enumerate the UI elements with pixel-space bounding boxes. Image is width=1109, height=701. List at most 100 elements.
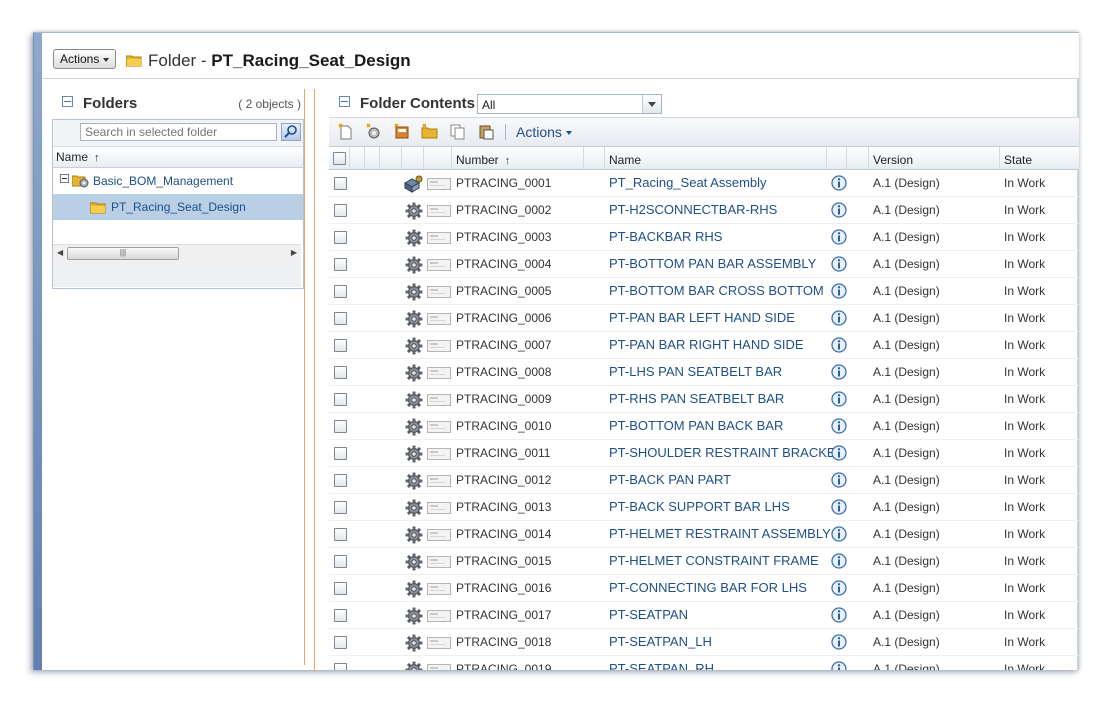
row-name-link[interactable]: PT-SHOULDER RESTRAINT BRACKET [609, 440, 844, 466]
new-part-icon[interactable] [365, 123, 383, 141]
thumbnail-icon[interactable] [427, 286, 451, 301]
thumbnail-icon[interactable] [427, 313, 451, 328]
table-row[interactable]: PTRACING_0002 PT-H2SCONNECTBAR-RHS A.1 (De… [329, 197, 1079, 224]
row-checkbox[interactable] [334, 339, 347, 352]
row-checkbox[interactable] [334, 231, 347, 244]
tree-item-basic-bom-management[interactable]: Basic_BOM_Management [53, 168, 303, 194]
thumbnail-icon[interactable] [427, 259, 451, 274]
row-checkbox[interactable] [334, 501, 347, 514]
table-row[interactable]: PTRACING_0004 PT-BOTTOM PAN BAR ASSEMBLY A… [329, 251, 1079, 278]
row-checkbox[interactable] [334, 366, 347, 379]
table-row[interactable]: PTRACING_0009 PT-RHS PAN SEATBELT BAR A.1 … [329, 386, 1079, 413]
info-icon[interactable] [831, 661, 847, 670]
table-row[interactable]: PTRACING_0015 PT-HELMET CONSTRAINT FRAME A… [329, 548, 1079, 575]
row-name-link[interactable]: PT_Racing_Seat Assembly [609, 170, 767, 196]
row-checkbox[interactable] [334, 663, 347, 670]
scroll-right-icon[interactable]: ▶ [291, 248, 297, 257]
thumbnail-icon[interactable] [427, 340, 451, 355]
table-row[interactable]: PTRACING_0013 PT-BACK SUPPORT BAR LHS A.1 … [329, 494, 1079, 521]
info-icon[interactable] [831, 256, 847, 275]
thumbnail-icon[interactable] [427, 556, 451, 571]
info-icon[interactable] [831, 526, 847, 545]
info-icon[interactable] [831, 391, 847, 410]
thumbnail-icon[interactable] [427, 610, 451, 625]
search-button[interactable] [281, 123, 301, 141]
thumbnail-icon[interactable] [427, 475, 451, 490]
table-row[interactable]: PTRACING_0011 PT-SHOULDER RESTRAINT BRACK… [329, 440, 1079, 467]
table-row[interactable]: PTRACING_0019 PT-SEATPAN_RH A.1 (Design) In… [329, 656, 1079, 670]
row-name-link[interactable]: PT-LHS PAN SEATBELT BAR [609, 359, 782, 385]
row-name-link[interactable]: PT-HELMET CONSTRAINT FRAME [609, 548, 819, 574]
select-all-checkbox[interactable] [333, 152, 346, 165]
row-checkbox[interactable] [334, 420, 347, 433]
column-header-version[interactable]: Version [869, 147, 1000, 169]
scroll-left-icon[interactable]: ◀ [57, 248, 63, 257]
thumbnail-icon[interactable] [427, 205, 451, 220]
thumbnail-icon[interactable] [427, 637, 451, 652]
table-row[interactable]: PTRACING_0014 PT-HELMET RESTRAINT ASSEMBL… [329, 521, 1079, 548]
header-actions-button[interactable]: Actions [53, 49, 117, 69]
info-icon[interactable] [831, 310, 847, 329]
info-icon[interactable] [831, 634, 847, 653]
table-row[interactable]: PTRACING_0007 PT-PAN BAR RIGHT HAND SIDE A… [329, 332, 1079, 359]
info-icon[interactable] [831, 580, 847, 599]
table-row[interactable]: PTRACING_0012 PT-BACK PAN PART A.1 (Design… [329, 467, 1079, 494]
row-name-link[interactable]: PT-CONNECTING BAR FOR LHS [609, 575, 807, 601]
thumbnail-icon[interactable] [427, 232, 451, 247]
row-checkbox[interactable] [334, 474, 347, 487]
info-icon[interactable] [831, 553, 847, 572]
new-cad-document-icon[interactable] [393, 123, 411, 141]
paste-icon[interactable] [477, 123, 495, 141]
row-name-link[interactable]: PT-PAN BAR LEFT HAND SIDE [609, 305, 795, 331]
table-row[interactable]: PTRACING_0005 PT-BOTTOM BAR CROSS BOTTOM A… [329, 278, 1079, 305]
row-checkbox[interactable] [334, 285, 347, 298]
tree-column-header-name[interactable]: Name ↑ [53, 147, 303, 168]
row-name-link[interactable]: PT-SEATPAN [609, 602, 688, 628]
folder-search-input[interactable] [80, 123, 277, 141]
scrollbar-thumb[interactable]: ||| [67, 247, 179, 260]
row-checkbox[interactable] [334, 447, 347, 460]
row-checkbox[interactable] [334, 393, 347, 406]
copy-icon[interactable] [449, 123, 467, 141]
tree-item-pt-racing-seat-design[interactable]: PT_Racing_Seat_Design [53, 194, 303, 220]
row-name-link[interactable]: PT-BACK PAN PART [609, 467, 731, 493]
row-checkbox[interactable] [334, 258, 347, 271]
collapse-icon[interactable] [62, 96, 73, 107]
view-select[interactable]: All [477, 94, 662, 114]
info-icon[interactable] [831, 337, 847, 356]
thumbnail-icon[interactable] [427, 178, 451, 193]
table-row[interactable]: PTRACING_0018 PT-SEATPAN_LH A.1 (Design) In… [329, 629, 1079, 656]
info-icon[interactable] [831, 607, 847, 626]
row-name-link[interactable]: PT-BOTTOM BAR CROSS BOTTOM [609, 278, 824, 304]
thumbnail-icon[interactable] [427, 529, 451, 544]
thumbnail-icon[interactable] [427, 502, 451, 517]
info-icon[interactable] [831, 445, 847, 464]
info-icon[interactable] [831, 418, 847, 437]
table-row[interactable]: PTRACING_0001 PT_Racing_Seat Assembly A.1 … [329, 170, 1079, 197]
row-checkbox[interactable] [334, 609, 347, 622]
row-name-link[interactable]: PT-BACK SUPPORT BAR LHS [609, 494, 790, 520]
row-name-link[interactable]: PT-BOTTOM PAN BACK BAR [609, 413, 783, 439]
thumbnail-icon[interactable] [427, 664, 451, 670]
row-checkbox[interactable] [334, 312, 347, 325]
info-icon[interactable] [831, 202, 847, 221]
chevron-down-icon[interactable] [642, 95, 661, 113]
row-checkbox[interactable] [334, 555, 347, 568]
table-row[interactable]: PTRACING_0010 PT-BOTTOM PAN BACK BAR A.1 (… [329, 413, 1079, 440]
column-header-number[interactable]: Number ↑ [452, 147, 584, 169]
thumbnail-icon[interactable] [427, 448, 451, 463]
info-icon[interactable] [831, 472, 847, 491]
horizontal-scrollbar[interactable]: ◀ ||| ▶ [53, 244, 301, 261]
info-icon[interactable] [831, 175, 847, 194]
row-name-link[interactable]: PT-RHS PAN SEATBELT BAR [609, 386, 784, 412]
row-name-link[interactable]: PT-BOTTOM PAN BAR ASSEMBLY [609, 251, 816, 277]
thumbnail-icon[interactable] [427, 583, 451, 598]
collapse-node-icon[interactable] [60, 174, 69, 183]
thumbnail-icon[interactable] [427, 394, 451, 409]
toolbar-actions-menu[interactable]: Actions [516, 123, 572, 141]
new-document-icon[interactable] [337, 123, 355, 141]
row-name-link[interactable]: PT-PAN BAR RIGHT HAND SIDE [609, 332, 804, 358]
new-folder-icon[interactable] [421, 123, 439, 141]
row-checkbox[interactable] [334, 636, 347, 649]
table-row[interactable]: PTRACING_0003 PT-BACKBAR RHS A.1 (Design) I… [329, 224, 1079, 251]
